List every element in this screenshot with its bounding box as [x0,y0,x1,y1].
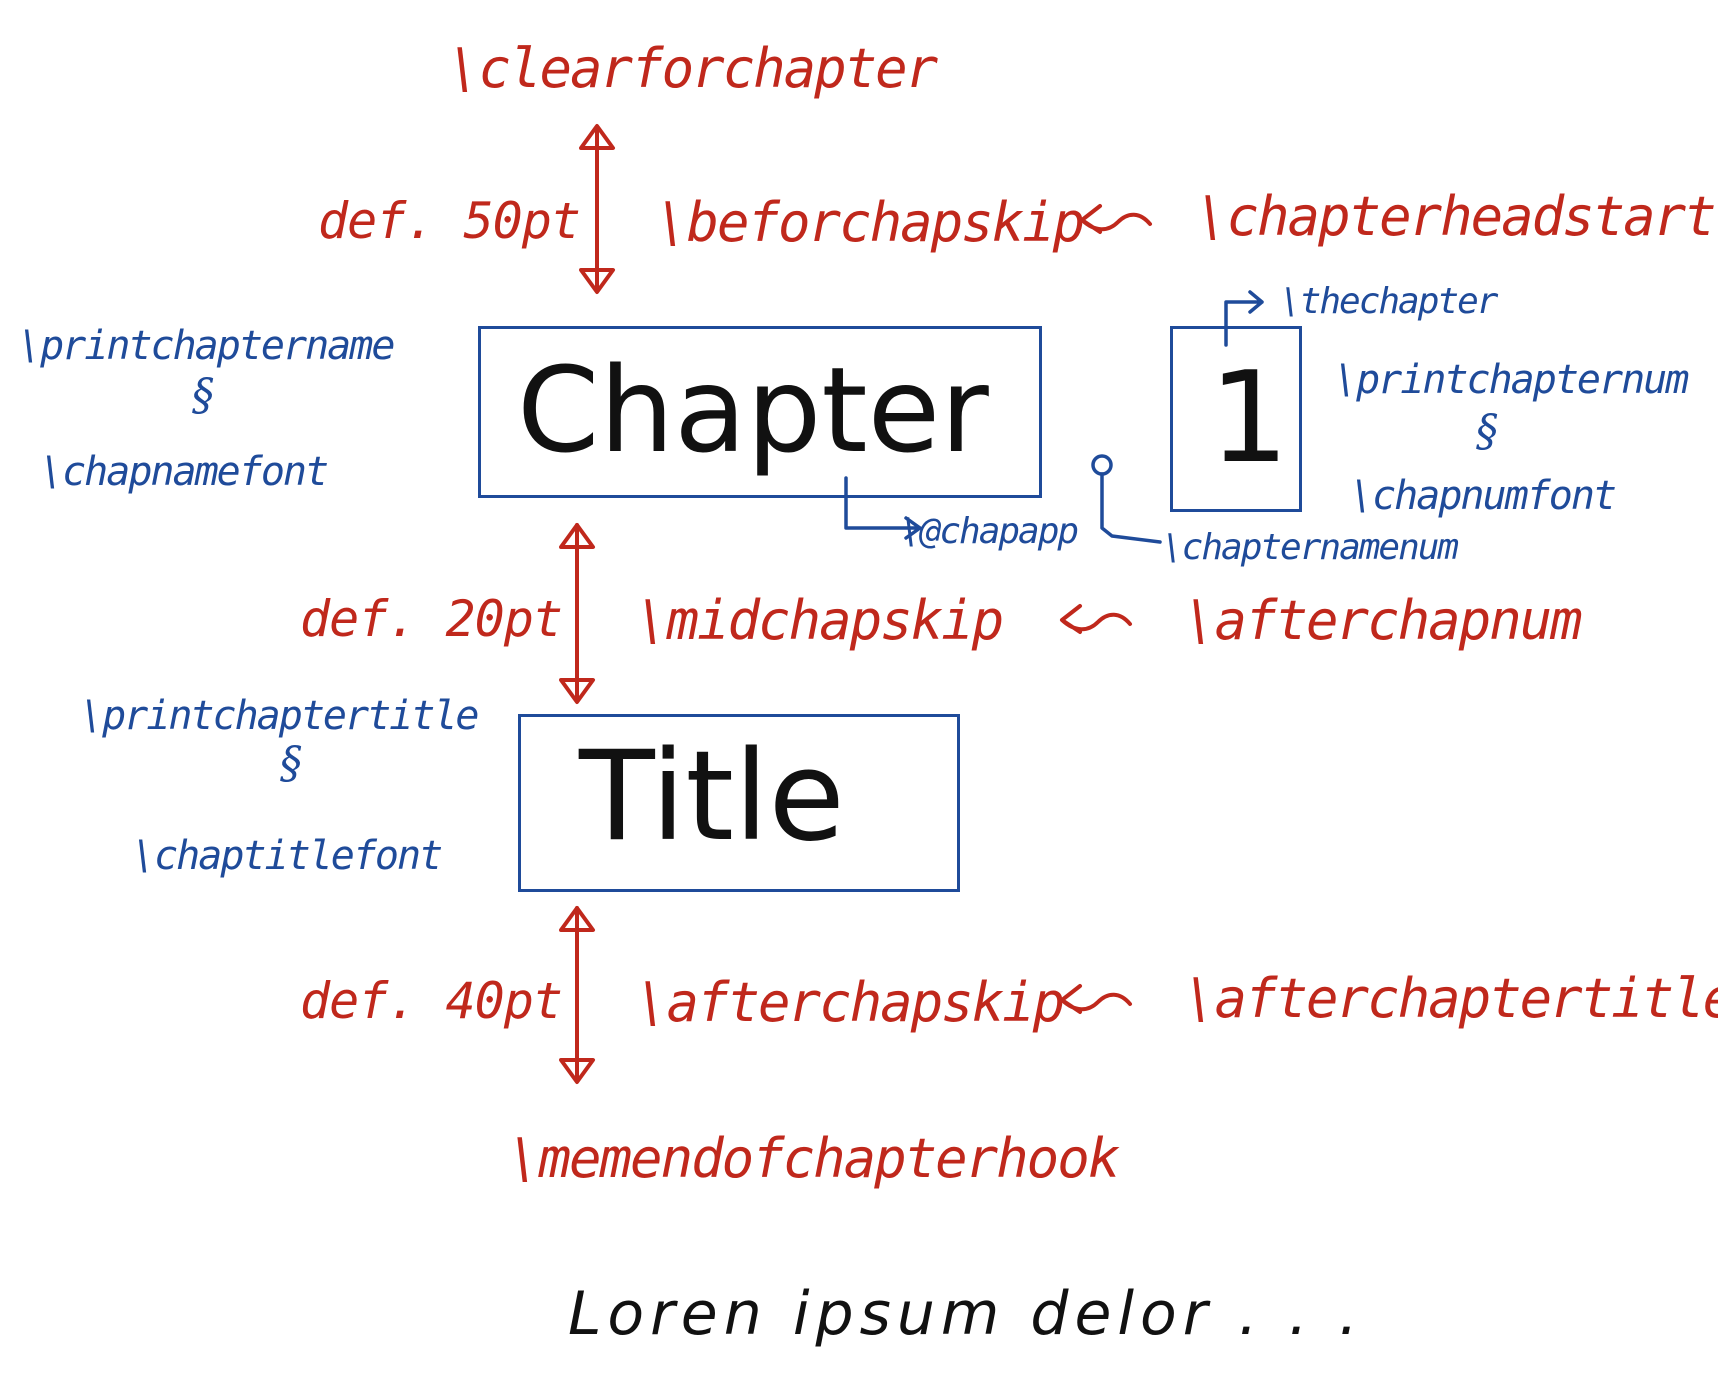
afterchaptertitle-squiggle-arrow [1060,984,1132,1014]
chapter-number-box: 1 [1170,326,1302,512]
chapterheadstart-hook: \chapterheadstart [1196,185,1717,248]
printchaptertitle-symbol: § [280,738,302,789]
after-skip-arrow [559,906,595,1084]
chapternamenum-pointer [1100,472,1162,544]
beforchapskip-hook: \beforchapskip [656,191,1085,254]
chapternamenum-label: \chapternamenum [1162,527,1459,568]
chapter-name-box: Chapter [478,326,1042,498]
afterchapnum-squiggle-arrow [1060,604,1132,634]
before-skip-arrow [579,124,615,294]
chaptitlefont-label: \chaptitlefont [132,833,443,879]
body-text-sample: Loren ipsum delor . . . [568,1279,1364,1349]
before-skip-default: def. 50pt [318,192,581,250]
clearforchapter-hook: \clearforchapter [448,37,938,100]
midchapskip-hook: \midchapskip [636,589,1004,652]
printchapternum-label: \printchapternum [1334,357,1689,403]
chapnamefont-label: \chapnamefont [40,449,329,495]
printchapternum-symbol: § [1476,406,1498,457]
thechapter-label: \thechapter [1280,281,1498,322]
memendofchapterhook-hook: \memendofchapterhook [508,1127,1120,1190]
printchaptername-symbol: § [192,370,214,421]
after-skip-default: def. 40pt [300,972,563,1030]
chapter-number-text: 1 [1209,344,1290,491]
afterchapskip-hook: \afterchapskip [636,971,1065,1034]
printchaptername-label: \printchaptername [18,323,395,369]
mid-skip-default: def. 20pt [300,590,563,648]
chapter-title-text: Title [579,725,845,869]
chapnumfont-label: \chapnumfont [1350,473,1617,519]
afterchapnum-hook: \afterchapnum [1184,589,1583,652]
chapter-title-box: Title [518,714,960,892]
printchaptertitle-label: \printchaptertitle [80,693,479,739]
chapapp-label: \@chapapp [900,511,1079,552]
afterchaptertitle-hook: \afterchaptertitle [1184,967,1718,1030]
mid-skip-arrow [559,523,595,704]
chapter-name-text: Chapter [517,341,989,479]
chapterheadstart-squiggle-arrow [1080,204,1152,234]
chapter-layout-diagram: \clearforchapter def. 50pt \beforchapski… [0,0,1718,1374]
